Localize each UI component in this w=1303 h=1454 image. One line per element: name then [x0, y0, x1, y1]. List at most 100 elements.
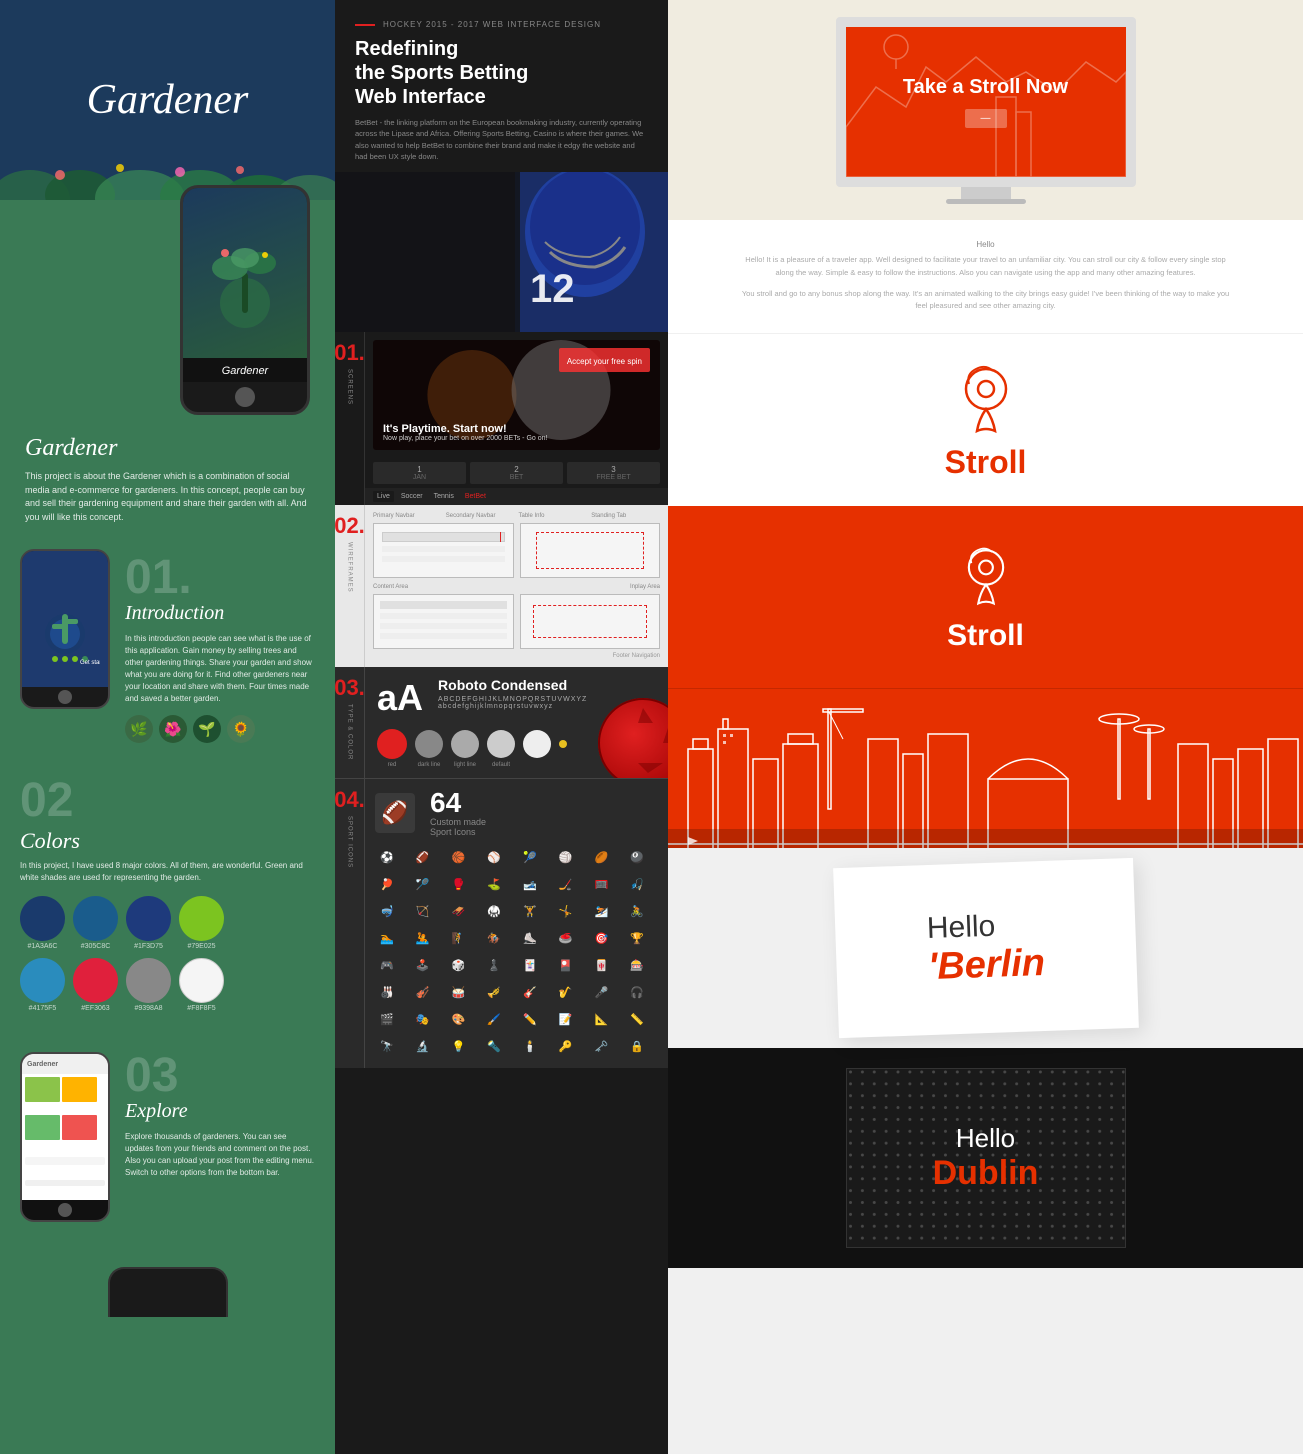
explore-body: Explore thousands of gardeners. You can …	[125, 1131, 315, 1179]
wf-box-4	[520, 594, 661, 649]
icon-cell-34: 🎲	[447, 953, 471, 977]
icon-cell-42: 🥁	[447, 980, 471, 1004]
live-badge: Accept your free spin	[559, 348, 650, 372]
color-dot-gray3	[487, 730, 515, 758]
icons-sublabel: Sport Icons	[430, 827, 486, 837]
swatch-label-3: #1F3D75	[126, 943, 171, 950]
game-text-overlay: It's Playtime. Start now! Now play, plac…	[383, 423, 547, 442]
icon-cell-57: 🔬	[411, 1034, 435, 1058]
bet-3[interactable]: 3 FREE BET	[567, 462, 660, 484]
icons-header: 🏈 64 Custom made Sport Icons	[375, 789, 658, 837]
icon-cell-20: 🏋️	[518, 899, 542, 923]
phone-home-btn[interactable]	[235, 387, 255, 407]
section-04-inner: 04. SPORT ICONS 🏈 64 Custom made Sport I…	[335, 779, 668, 1068]
colors-desc: In this project, I have used 8 major col…	[20, 860, 315, 884]
stroll-red-logo-text: Stroll	[947, 619, 1024, 653]
stroll-city-section	[668, 688, 1303, 848]
explore-section: Gardener 03	[0, 1042, 335, 1232]
stroll-desc: Hello! It is a pleasure of a traveler ap…	[736, 254, 1236, 280]
icon-cell-53: 📝	[554, 1007, 578, 1031]
game-subtext: Now play, place your bet on over 2000 BE…	[383, 435, 547, 442]
icon-cell-17: 🏹	[411, 899, 435, 923]
section-04-num-col: 04. SPORT ICONS	[335, 779, 365, 1068]
bet-bar: 1 JAN 2 BET 3 FREE BET	[365, 458, 668, 488]
icon-cell-54: 📐	[590, 1007, 614, 1031]
gardener-info-section: Gardener This project is about the Garde…	[0, 415, 335, 534]
swatch-4	[179, 896, 224, 941]
stroll-red-brand-section: Stroll	[668, 506, 1303, 688]
helmet-area: 12	[335, 172, 668, 332]
bet-1[interactable]: 1 JAN	[373, 462, 466, 484]
game-title: It's Playtime. Start now!	[383, 423, 547, 435]
redefining-title: Redefining the Sports Betting Web Interf…	[355, 37, 648, 109]
icon-cell-2: 🏀	[447, 845, 471, 869]
gardener-section-title: Gardener	[25, 435, 310, 462]
icon-cell-59: 🔦	[482, 1034, 506, 1058]
section-01-number: 01.	[334, 342, 365, 364]
plant-icons: 🌿 🌺 🌱 🌻	[125, 715, 315, 743]
city-svg	[668, 689, 1303, 848]
wf-labels-top: Primary Navbar Secondary Navbar Table In…	[373, 513, 660, 519]
section-03-inner: 03. TYPE & COLOR aA Roboto Condensed ABC…	[335, 667, 668, 778]
right-column: Take a Stroll Now — Hello Hello! It is a…	[668, 0, 1303, 1454]
monitor-stand	[961, 187, 1011, 199]
stroll-monitor-section: Take a Stroll Now —	[668, 0, 1303, 220]
icon-cell-35: ♟️	[482, 953, 506, 977]
icon-grid: ⚽🏈🏀⚾🎾🏐🏉🎱🏓🏸🥊⛳🎿🏒🥅🎣🤿🏹🛷🥋🏋️🤸⛷️🚴🏊🤽🧗🏇⛸️🥌🎯🏆🎮🕹️🎲♟…	[375, 845, 658, 1058]
icon-cell-16: 🤿	[375, 899, 399, 923]
gardener-section-desc: This project is about the Gardener which…	[25, 470, 310, 524]
icon-cell-51: 🖌️	[482, 1007, 506, 1031]
eyebrow-row: HOCKEY 2015 - 2017 WEB INTERFACE DESIGN	[355, 20, 648, 29]
intro-row: Get started 01. Introduction In this int…	[0, 534, 335, 758]
section-02: 02. WIREFRAMES Primary Navbar Secondary …	[335, 505, 668, 667]
icon-cell-46: 🎤	[590, 980, 614, 1004]
icon-cell-8: 🏓	[375, 872, 399, 896]
intro-heading: Introduction	[125, 602, 315, 625]
icon-cell-56: 🔭	[375, 1034, 399, 1058]
monitor-frame: Take a Stroll Now —	[836, 17, 1136, 187]
swatch-label-4: #79E025	[179, 943, 224, 950]
icon-cell-48: 🎬	[375, 1007, 399, 1031]
eyebrow-text: HOCKEY 2015 - 2017 WEB INTERFACE DESIGN	[383, 20, 601, 29]
icon-cell-45: 🎷	[554, 980, 578, 1004]
section-01: 01. SCREENS It's Playtime. Start now!	[335, 332, 668, 505]
section-02-inner: 02. WIREFRAMES Primary Navbar Secondary …	[335, 505, 668, 667]
swatch-5	[20, 958, 65, 1003]
stroll-desc-section: Hello Hello! It is a pleasure of a trave…	[668, 220, 1303, 333]
icon-cell-36: 🃏	[518, 953, 542, 977]
icon-cell-38: 🀄	[590, 953, 614, 977]
section-01-num-col: 01. SCREENS	[335, 332, 365, 505]
swatch-label-6: #EF3063	[73, 1005, 118, 1012]
font-sample: aA	[377, 677, 423, 719]
svg-text:12: 12	[530, 267, 575, 311]
swatch-3	[126, 896, 171, 941]
icon-cell-55: 📏	[625, 1007, 649, 1031]
icon-cell-18: 🛷	[447, 899, 471, 923]
icon-cell-33: 🕹️	[411, 953, 435, 977]
icon-cell-26: 🧗	[447, 926, 471, 950]
icon-cell-6: 🏉	[590, 845, 614, 869]
icon-cell-25: 🤽	[411, 926, 435, 950]
section-01-sub: SCREENS	[347, 369, 353, 405]
ep-header: Gardener	[22, 1054, 108, 1074]
wf-grid-bottom	[373, 594, 660, 649]
sports-header: HOCKEY 2015 - 2017 WEB INTERFACE DESIGN …	[335, 0, 668, 162]
swatch-label-5: #4175F5	[20, 1005, 65, 1012]
stroll-pin-logo	[951, 359, 1021, 439]
bet-2[interactable]: 2 BET	[470, 462, 563, 484]
icon-cell-7: 🎱	[625, 845, 649, 869]
explore-heading: Explore	[125, 1100, 315, 1123]
stroll-logo-text: Stroll	[945, 444, 1027, 481]
bottom-phone-wrapper	[0, 1252, 335, 1332]
swatch-8	[179, 958, 224, 1003]
icon-cell-29: 🥌	[554, 926, 578, 950]
section-03-content: aA Roboto Condensed ABCDEFGHIJKLMNOPQRST…	[365, 667, 668, 778]
section-04-number: 04.	[334, 789, 365, 811]
icon-cell-23: 🚴	[625, 899, 649, 923]
swatch-label-8: #F8F8F5	[179, 1005, 224, 1012]
plant-icon-3: 🌱	[193, 715, 221, 743]
monitor-button[interactable]: —	[965, 109, 1007, 128]
icon-cell-52: ✏️	[518, 1007, 542, 1031]
swatch-7	[126, 958, 171, 1003]
monitor-wrapper: Take a Stroll Now —	[836, 17, 1136, 204]
